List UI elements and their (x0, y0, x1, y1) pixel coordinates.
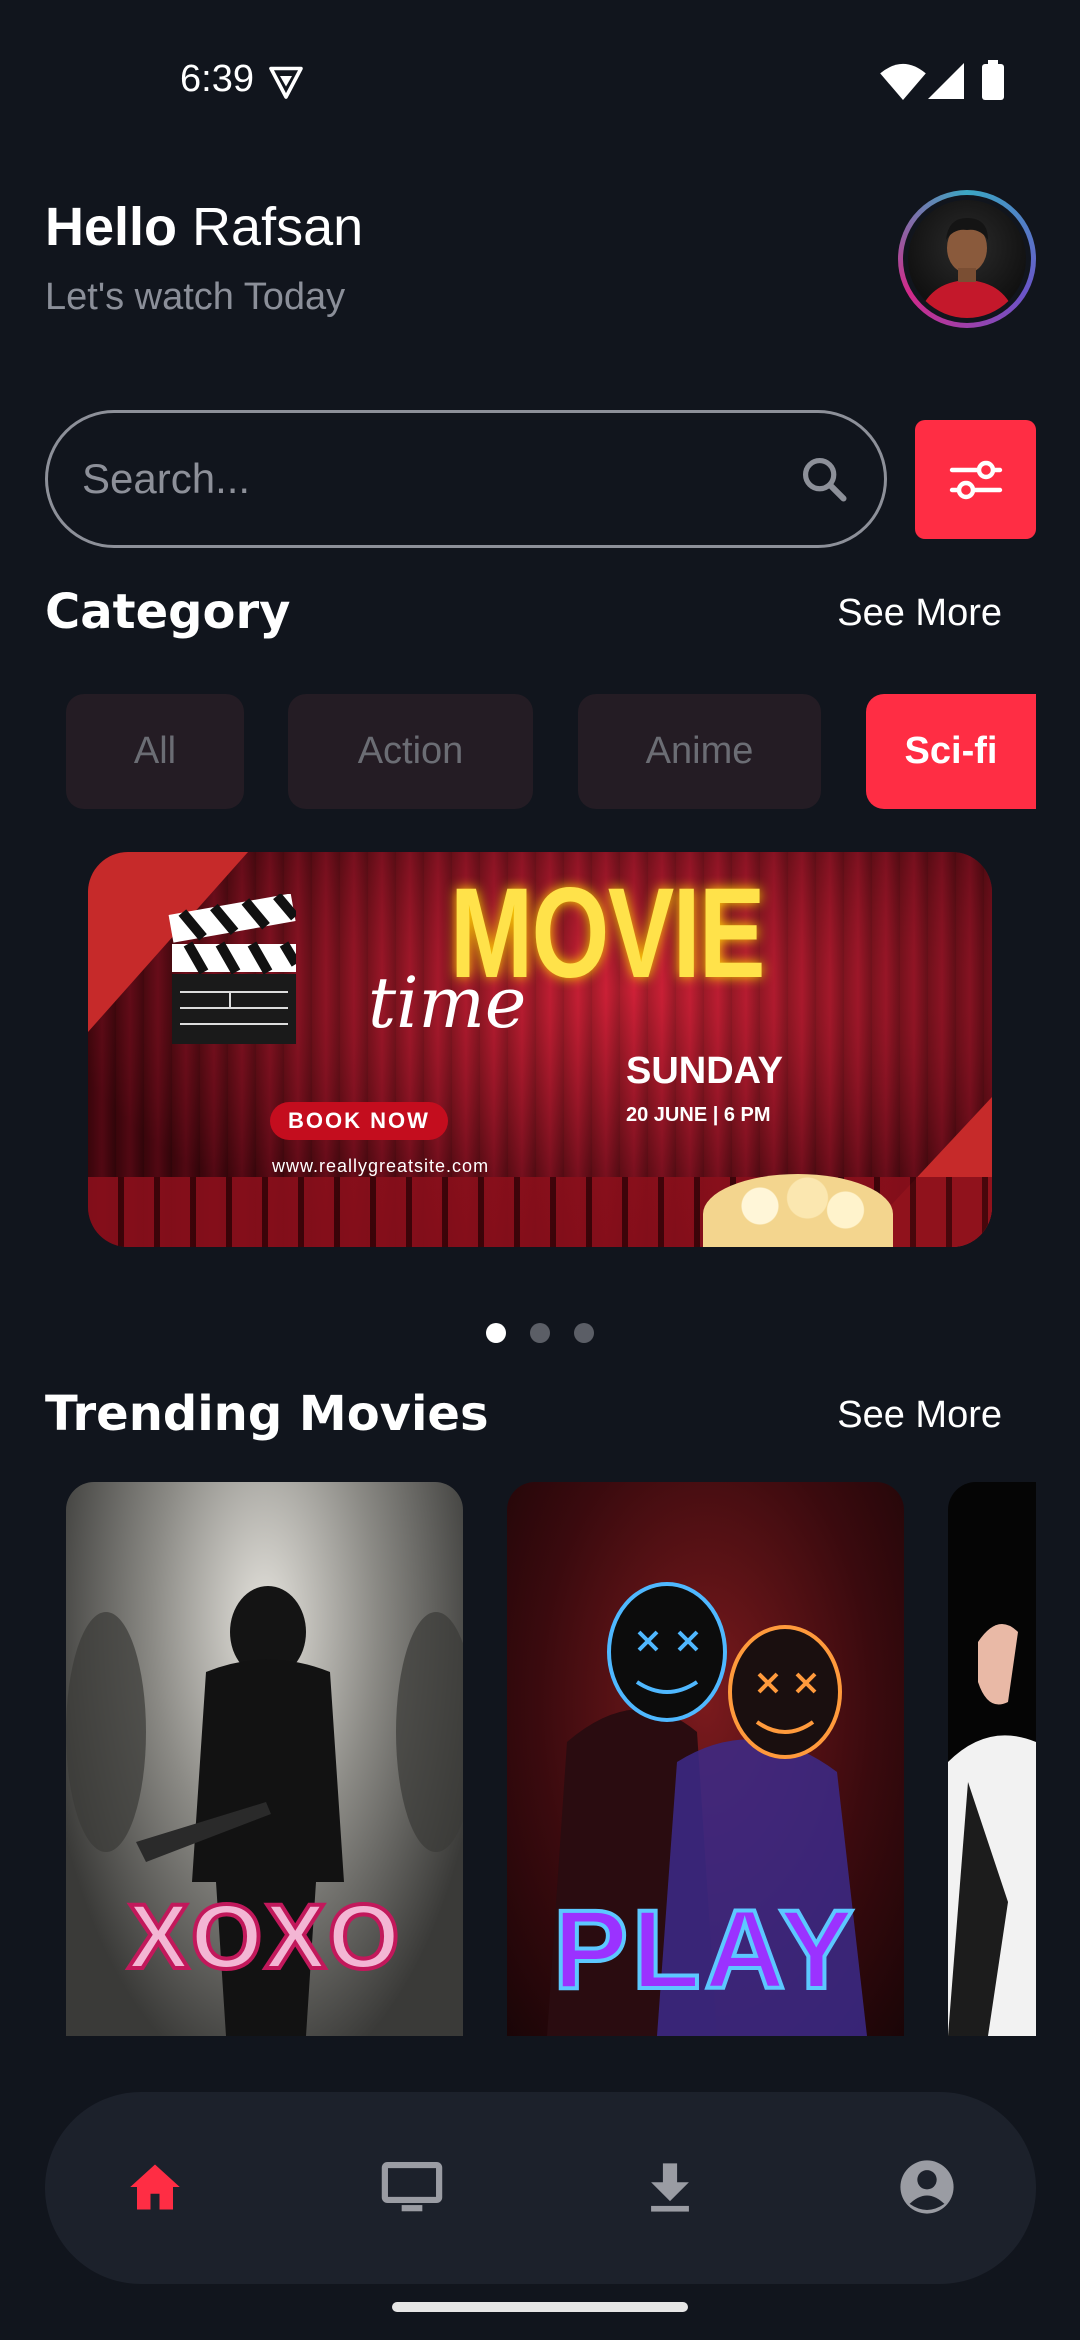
home-indicator[interactable] (392, 2302, 688, 2312)
trending-title: Trending Movies (45, 1386, 489, 1442)
movie-poster-partial[interactable] (948, 1482, 1036, 2036)
chip-anime[interactable]: Anime (578, 694, 821, 809)
category-see-more[interactable]: See More (837, 592, 1002, 635)
nav-tv[interactable] (367, 2142, 457, 2232)
banner-date-time: 20 JUNE | 6 PM (626, 1104, 771, 1126)
home-icon (130, 2164, 180, 2210)
wifi-icon (880, 63, 926, 100)
chip-action[interactable]: Action (288, 694, 533, 809)
promo-banner[interactable]: MOVIE time SUNDAY 20 JUNE | 6 PM BOOK NO… (88, 852, 992, 1247)
search-bar[interactable]: Search... (45, 410, 887, 548)
poster-title: XOXO (126, 1884, 402, 1990)
avatar-person-icon (918, 218, 1016, 318)
carousel-dot-1[interactable] (486, 1323, 506, 1343)
search-icon[interactable] (798, 453, 850, 505)
greeting: Hello Rafsan (45, 196, 363, 258)
battery-icon (982, 60, 1004, 100)
download-icon (651, 2163, 689, 2212)
carousel-dot-3[interactable] (574, 1323, 594, 1343)
poster-title: PLAY (551, 1885, 858, 2014)
banner-url: www.reallygreatsite.com (272, 1156, 490, 1176)
search-input[interactable]: Search... (82, 455, 798, 503)
filter-button[interactable] (915, 420, 1036, 539)
avatar-ring (903, 195, 1031, 323)
bottom-navigation (45, 2092, 1036, 2284)
banner-script-word: time (368, 962, 527, 1044)
avatar-photo (908, 200, 1026, 318)
category-title: Category (45, 584, 291, 640)
vpn-shield-icon (269, 66, 303, 99)
tv-icon (381, 2161, 443, 2212)
greeting-subtitle: Let's watch Today (45, 276, 346, 318)
user-name: Rafsan (192, 197, 364, 257)
book-now-badge: BOOK NOW (270, 1102, 448, 1140)
poster-figure (948, 1624, 1036, 2036)
nav-home[interactable] (110, 2142, 200, 2232)
popcorn-graphic (703, 1174, 893, 1247)
clapperboard-icon (168, 894, 296, 1044)
status-time: 6:39 (180, 58, 254, 100)
carousel-dot-2[interactable] (530, 1323, 550, 1343)
movie-poster-xoxo[interactable]: XOXO (66, 1482, 463, 2036)
profile-icon (900, 2160, 954, 2214)
trending-see-more[interactable]: See More (837, 1394, 1002, 1437)
chip-sci-fi[interactable]: Sci-fi (866, 694, 1036, 809)
avatar[interactable] (898, 190, 1036, 328)
signal-icon (928, 63, 964, 99)
chip-all[interactable]: All (66, 694, 244, 809)
banner-day: SUNDAY (626, 1050, 783, 1092)
greeting-hello: Hello (45, 197, 178, 257)
movie-poster-play[interactable]: PLAY (507, 1482, 904, 2036)
nav-profile[interactable] (882, 2142, 972, 2232)
nav-downloads[interactable] (625, 2142, 715, 2232)
sliders-icon (949, 460, 1002, 499)
